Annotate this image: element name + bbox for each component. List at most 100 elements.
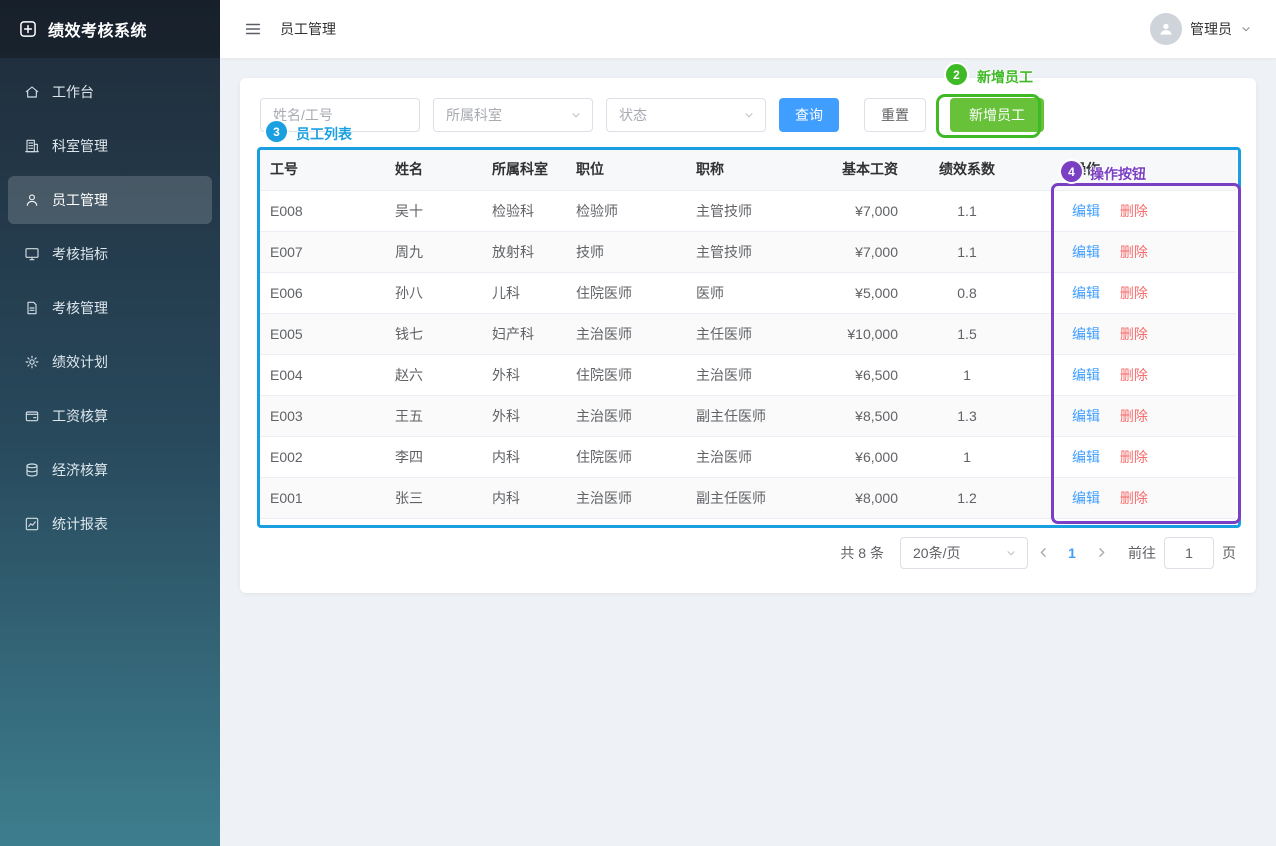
add-employee-button[interactable]: 新增员工 xyxy=(950,98,1044,132)
edit-link[interactable]: 编辑 xyxy=(1072,449,1100,465)
cell-position: 住院医师 xyxy=(566,354,686,395)
cell-position: 检验师 xyxy=(566,190,686,231)
sidebar-item-0[interactable]: 工作台 xyxy=(8,68,212,116)
cell-position: 主治医师 xyxy=(566,477,686,518)
chevron-down-icon xyxy=(570,109,582,121)
cell-name: 李四 xyxy=(385,436,482,477)
edit-link[interactable]: 编辑 xyxy=(1072,244,1100,260)
building-icon xyxy=(24,138,40,154)
sidebar-item-2[interactable]: 员工管理 xyxy=(8,176,212,224)
sidebar-item-4[interactable]: 考核管理 xyxy=(8,284,212,332)
page-unit-label: 页 xyxy=(1222,543,1236,563)
cell-position: 主治医师 xyxy=(566,395,686,436)
cell-title: 主任医师 xyxy=(686,313,808,354)
edit-link[interactable]: 编辑 xyxy=(1072,367,1100,383)
cell-department: 内科 xyxy=(482,436,566,477)
page-number[interactable]: 1 xyxy=(1058,545,1086,561)
delete-link[interactable]: 删除 xyxy=(1120,408,1148,424)
sidebar-item-label: 统计报表 xyxy=(52,514,108,534)
table-row: E005 钱七 妇产科 主治医师 主任医师 ¥10,000 1.5 编辑 删除 xyxy=(260,313,1236,354)
page-size-value: 20条/页 xyxy=(913,543,960,563)
cell-employee-id: E005 xyxy=(260,313,385,354)
cell-department: 外科 xyxy=(482,395,566,436)
cell-employee-id: E007 xyxy=(260,231,385,272)
employee-card: 所属科室 状态 查询 重置 新增员工 工号 姓名 所属科室 职位 职称 xyxy=(240,78,1256,593)
sidebar-item-7[interactable]: 经济核算 xyxy=(8,446,212,494)
delete-link[interactable]: 删除 xyxy=(1120,244,1148,260)
cell-department: 儿科 xyxy=(482,272,566,313)
app-logo: 绩效考核系统 xyxy=(0,0,220,58)
total-count: 共 8 条 xyxy=(840,543,884,563)
delete-link[interactable]: 删除 xyxy=(1120,285,1148,301)
app-title: 绩效考核系统 xyxy=(48,17,147,41)
pagination: 共 8 条 20条/页 1 前往 页 xyxy=(260,537,1236,569)
sidebar: 绩效考核系统 工作台科室管理员工管理考核指标考核管理绩效计划工资核算经济核算统计… xyxy=(0,0,220,846)
table-row: E006 孙八 儿科 住院医师 医师 ¥5,000 0.8 编辑 删除 xyxy=(260,272,1236,313)
page-size-select[interactable]: 20条/页 xyxy=(900,537,1028,569)
app-logo-icon xyxy=(18,19,38,39)
sidebar-item-label: 员工管理 xyxy=(52,190,108,210)
sidebar-item-8[interactable]: 统计报表 xyxy=(8,500,212,548)
edit-link[interactable]: 编辑 xyxy=(1072,326,1100,342)
cell-employee-id: E008 xyxy=(260,190,385,231)
edit-link[interactable]: 编辑 xyxy=(1072,408,1100,424)
delete-link[interactable]: 删除 xyxy=(1120,490,1148,506)
cell-department: 检验科 xyxy=(482,190,566,231)
cell-name: 张三 xyxy=(385,477,482,518)
delete-link[interactable]: 删除 xyxy=(1120,367,1148,383)
edit-link[interactable]: 编辑 xyxy=(1072,285,1100,301)
topbar: 员工管理 管理员 xyxy=(220,0,1276,58)
sidebar-item-5[interactable]: 绩效计划 xyxy=(8,338,212,386)
reset-button[interactable]: 重置 xyxy=(864,98,926,132)
cell-operations: 编辑 删除 xyxy=(1026,231,1236,272)
edit-link[interactable]: 编辑 xyxy=(1072,203,1100,219)
goto-page-input[interactable] xyxy=(1164,537,1214,569)
status-select[interactable]: 状态 xyxy=(606,98,766,132)
delete-link[interactable]: 删除 xyxy=(1120,326,1148,342)
cell-name: 赵六 xyxy=(385,354,482,395)
delete-link[interactable]: 删除 xyxy=(1120,203,1148,219)
chevron-down-icon xyxy=(1005,547,1017,559)
col-header-title: 职称 xyxy=(686,148,808,190)
user-menu[interactable]: 管理员 xyxy=(1150,13,1252,45)
database-icon xyxy=(24,462,40,478)
sidebar-item-1[interactable]: 科室管理 xyxy=(8,122,212,170)
cell-title: 主管技师 xyxy=(686,231,808,272)
cell-coefficient: 1 xyxy=(908,436,1026,477)
delete-link[interactable]: 删除 xyxy=(1120,449,1148,465)
keyword-input[interactable] xyxy=(260,98,420,132)
col-header-id: 工号 xyxy=(260,148,385,190)
table-header-row: 工号 姓名 所属科室 职位 职称 基本工资 绩效系数 操作 xyxy=(260,148,1236,190)
search-button[interactable]: 查询 xyxy=(779,98,839,132)
col-header-operations: 操作 xyxy=(1026,148,1236,190)
prev-page-button[interactable] xyxy=(1028,546,1058,559)
gear-icon xyxy=(24,354,40,370)
sidebar-menu: 工作台科室管理员工管理考核指标考核管理绩效计划工资核算经济核算统计报表 xyxy=(0,58,220,548)
sidebar-item-3[interactable]: 考核指标 xyxy=(8,230,212,278)
status-select-value: 状态 xyxy=(619,105,647,125)
cell-operations: 编辑 删除 xyxy=(1026,190,1236,231)
cell-name: 吴十 xyxy=(385,190,482,231)
edit-link[interactable]: 编辑 xyxy=(1072,490,1100,506)
cell-salary: ¥8,500 xyxy=(808,395,908,436)
table-row: E004 赵六 外科 住院医师 主治医师 ¥6,500 1 编辑 删除 xyxy=(260,354,1236,395)
table-row: E007 周九 放射科 技师 主管技师 ¥7,000 1.1 编辑 删除 xyxy=(260,231,1236,272)
cell-coefficient: 1.1 xyxy=(908,190,1026,231)
cell-title: 主治医师 xyxy=(686,436,808,477)
document-icon xyxy=(24,300,40,316)
sidebar-item-label: 考核管理 xyxy=(52,298,108,318)
department-select[interactable]: 所属科室 xyxy=(433,98,593,132)
wallet-icon xyxy=(24,408,40,424)
cell-operations: 编辑 删除 xyxy=(1026,354,1236,395)
sidebar-item-6[interactable]: 工资核算 xyxy=(8,392,212,440)
filter-bar: 所属科室 状态 查询 重置 新增员工 xyxy=(260,98,1236,132)
sidebar-item-label: 考核指标 xyxy=(52,244,108,264)
breadcrumb: 员工管理 xyxy=(280,19,336,39)
hamburger-icon[interactable] xyxy=(244,20,262,38)
cell-employee-id: E006 xyxy=(260,272,385,313)
username: 管理员 xyxy=(1190,19,1232,39)
next-page-button[interactable] xyxy=(1086,546,1116,559)
sidebar-item-label: 绩效计划 xyxy=(52,352,108,372)
cell-title: 副主任医师 xyxy=(686,395,808,436)
goto-label: 前往 xyxy=(1128,543,1156,563)
